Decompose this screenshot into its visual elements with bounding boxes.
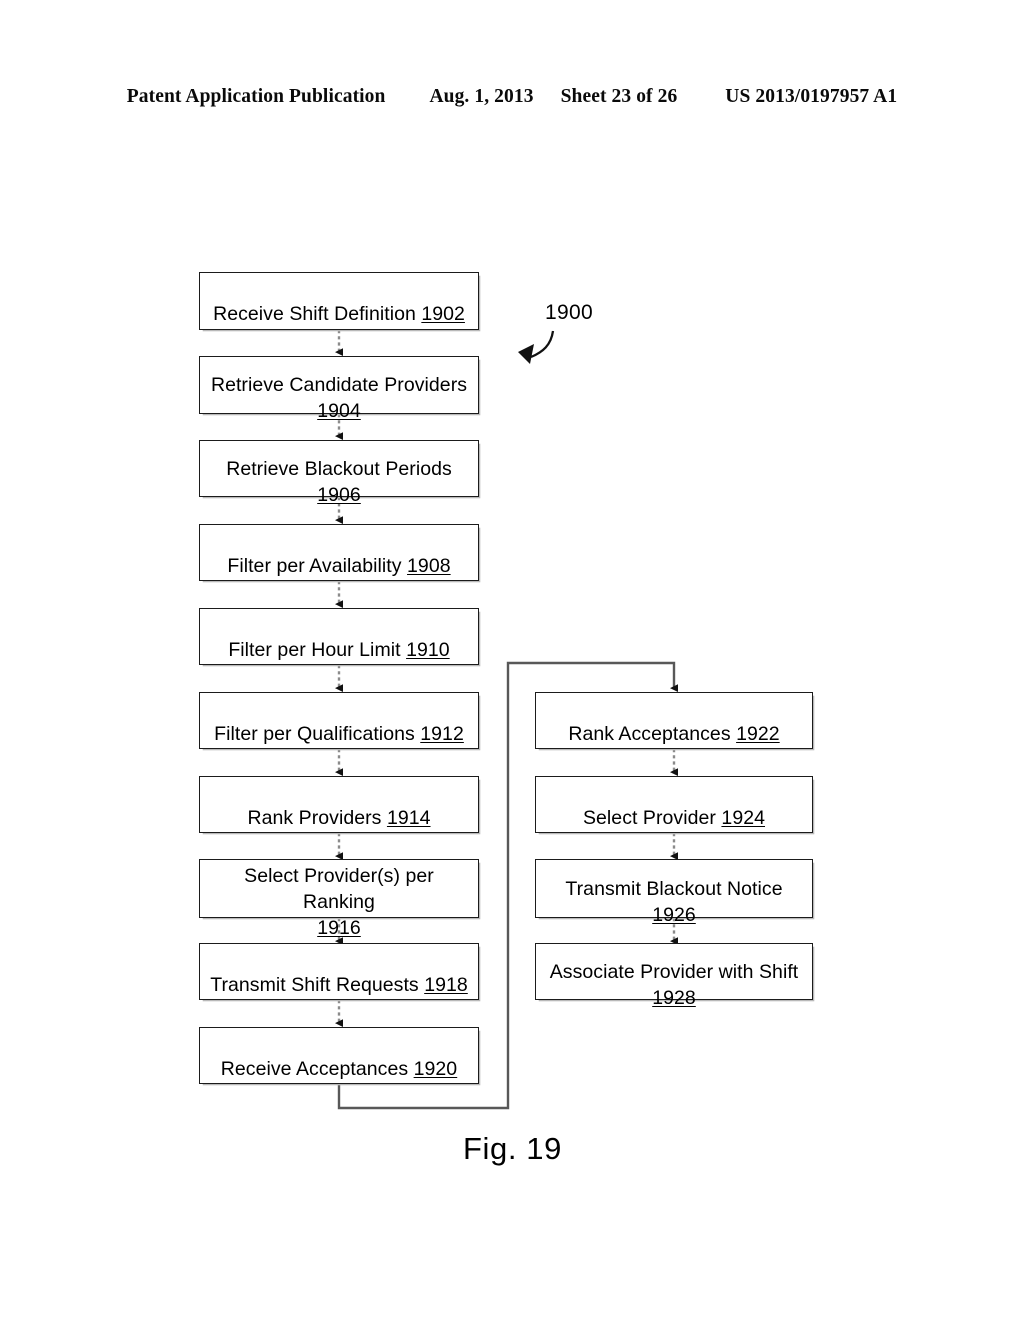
flow-node-1908[interactable]: Filter per Availability 1908 xyxy=(199,524,479,581)
flow-node-1926-label: Transmit Blackout Notice 1926 xyxy=(565,877,783,926)
flow-node-1918[interactable]: Transmit Shift Requests 1918 xyxy=(199,943,479,1000)
flow-node-1912-label: Filter per Qualifications 1912 xyxy=(214,722,464,745)
reference-leader-1900 xyxy=(518,330,555,364)
flow-node-1906[interactable]: Retrieve Blackout Periods 1906 xyxy=(199,440,479,506)
flow-node-1922-label: Rank Acceptances 1922 xyxy=(568,722,780,745)
flow-node-1918-label: Transmit Shift Requests 1918 xyxy=(210,973,468,996)
flow-node-1916[interactable]: Select Provider(s) per Ranking 1916 xyxy=(199,859,479,939)
flow-node-1902[interactable]: Receive Shift Definition 1902 xyxy=(199,272,479,330)
flow-node-1902-label: Receive Shift Definition 1902 xyxy=(213,303,465,325)
flow-node-1904[interactable]: Retrieve Candidate Providers 1904 xyxy=(199,356,479,422)
flow-node-1912[interactable]: Filter per Qualifications 1912 xyxy=(199,692,479,749)
diagram-reference-1900: 1900 xyxy=(545,301,593,324)
figure-caption: Fig. 19 xyxy=(463,1131,562,1166)
connector-layer xyxy=(335,330,679,1110)
flow-node-1920[interactable]: Receive Acceptances 1920 xyxy=(199,1027,479,1084)
flow-node-1928-label: Associate Provider with Shift 1928 xyxy=(549,960,799,1009)
flow-node-1926[interactable]: Transmit Blackout Notice 1926 xyxy=(535,859,813,926)
flow-node-1924[interactable]: Select Provider 1924 xyxy=(535,776,813,833)
flow-node-1922[interactable]: Rank Acceptances 1922 xyxy=(535,692,813,749)
flowchart-diagram: Receive Shift Definition 1902 Retrieve C… xyxy=(0,0,1024,1320)
flow-node-1906-label: Retrieve Blackout Periods 1906 xyxy=(226,457,452,506)
flow-node-1910-label: Filter per Hour Limit 1910 xyxy=(228,638,450,661)
flow-node-1924-label: Select Provider 1924 xyxy=(582,806,766,829)
flow-node-1928[interactable]: Associate Provider with Shift 1928 xyxy=(535,943,813,1009)
flow-node-1908-label: Filter per Availability 1908 xyxy=(227,554,451,577)
flow-node-1910[interactable]: Filter per Hour Limit 1910 xyxy=(199,608,479,665)
flow-node-1916-label: Select Provider(s) per Ranking 1916 xyxy=(244,864,434,939)
flow-node-1904-label: Retrieve Candidate Providers 1904 xyxy=(210,374,468,422)
flow-node-1914-label: Rank Providers 1914 xyxy=(247,806,431,829)
flow-node-1920-label: Receive Acceptances 1920 xyxy=(220,1057,458,1080)
flow-node-1914[interactable]: Rank Providers 1914 xyxy=(199,776,479,833)
